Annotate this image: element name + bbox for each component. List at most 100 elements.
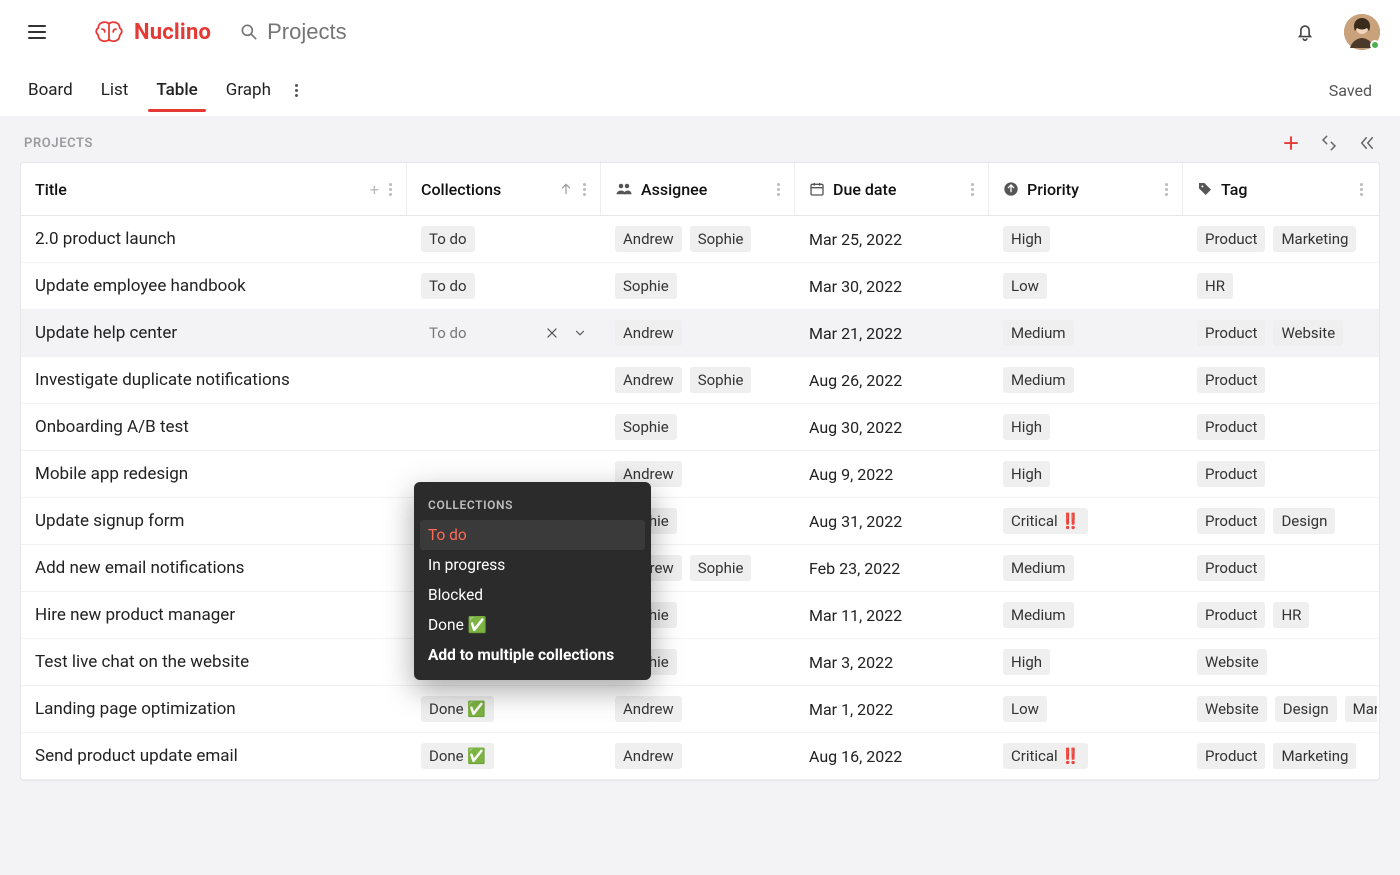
column-menu-button[interactable] <box>777 183 780 196</box>
cell-due-date[interactable]: Mar 11, 2022 <box>795 592 989 638</box>
table-row[interactable]: Add new email notificationsIn progressAn… <box>21 545 1379 592</box>
view-tab-board[interactable]: Board <box>28 68 73 112</box>
table-row[interactable]: Investigate duplicate notifications Andre… <box>21 357 1379 404</box>
cell-due-date[interactable]: Feb 23, 2022 <box>795 545 989 591</box>
avatar[interactable] <box>1344 14 1380 50</box>
cell-title[interactable]: 2.0 product launch <box>21 216 407 262</box>
dropdown-item[interactable]: Add to multiple collections <box>414 640 651 670</box>
cell-priority[interactable]: Critical ‼️ <box>989 498 1183 544</box>
notifications-button[interactable] <box>1294 21 1316 43</box>
view-tab-graph[interactable]: Graph <box>226 68 271 112</box>
table-row[interactable]: Update employee handbookTo doSophieMar 3… <box>21 263 1379 310</box>
cell-tags[interactable]: Product <box>1183 545 1377 591</box>
cell-due-date[interactable]: Aug 16, 2022 <box>795 733 989 779</box>
cell-title[interactable]: Update help center <box>21 310 407 356</box>
collapse-button[interactable] <box>1320 134 1338 152</box>
chevron-down-icon[interactable] <box>573 326 587 340</box>
cell-due-date[interactable]: Aug 31, 2022 <box>795 498 989 544</box>
table-row[interactable]: Landing page optimizationDone ✅AndrewMar… <box>21 686 1379 733</box>
cell-priority[interactable]: Low <box>989 686 1183 732</box>
table-row[interactable]: Hire new product managerBlockedSophieMar… <box>21 592 1379 639</box>
cell-title[interactable]: Onboarding A/B test <box>21 404 407 450</box>
cell-priority[interactable]: High <box>989 639 1183 685</box>
cell-due-date[interactable]: Mar 25, 2022 <box>795 216 989 262</box>
cell-priority[interactable]: Critical ‼️ <box>989 733 1183 779</box>
cell-assignee[interactable]: Andrew <box>601 310 795 356</box>
column-menu-button[interactable] <box>583 183 586 196</box>
cell-priority[interactable]: High <box>989 404 1183 450</box>
clear-icon[interactable] <box>545 326 559 340</box>
add-item-button[interactable] <box>1282 134 1300 152</box>
cell-tags[interactable]: Product <box>1183 357 1377 403</box>
cell-tags[interactable]: ProductMarketing <box>1183 216 1377 262</box>
cell-assignee[interactable]: Andrew <box>601 733 795 779</box>
column-menu-button[interactable] <box>389 183 392 196</box>
cell-priority[interactable]: Medium <box>989 310 1183 356</box>
dropdown-item[interactable]: To do <box>420 520 645 550</box>
table-row[interactable]: Update help centerTo doAndrewMar 21, 202… <box>21 310 1379 357</box>
view-tab-table[interactable]: Table <box>156 68 197 112</box>
cell-title[interactable]: Mobile app redesign <box>21 451 407 497</box>
cell-assignee[interactable]: Andrew <box>601 686 795 732</box>
cell-collection[interactable]: To do <box>407 310 601 356</box>
cell-assignee[interactable]: AndrewSophie <box>601 357 795 403</box>
cell-assignee[interactable]: Sophie <box>601 404 795 450</box>
cell-due-date[interactable]: Mar 30, 2022 <box>795 263 989 309</box>
cell-priority[interactable]: Low <box>989 263 1183 309</box>
cell-title[interactable]: Send product update email <box>21 733 407 779</box>
cell-due-date[interactable]: Mar 1, 2022 <box>795 686 989 732</box>
table-row[interactable]: Test live chat on the websiteDone ✅Sophi… <box>21 639 1379 686</box>
table-row[interactable]: 2.0 product launchTo doAndrewSophieMar 2… <box>21 216 1379 263</box>
cell-due-date[interactable]: Aug 9, 2022 <box>795 451 989 497</box>
column-header-tag[interactable]: Tag <box>1183 163 1377 215</box>
cell-title[interactable]: Test live chat on the website <box>21 639 407 685</box>
table-row[interactable]: Mobile app redesignAndrewAug 9, 2022High… <box>21 451 1379 498</box>
menu-button[interactable] <box>28 20 52 44</box>
cell-title[interactable]: Investigate duplicate notifications <box>21 357 407 403</box>
dropdown-item[interactable]: Blocked <box>414 580 651 610</box>
cell-collection[interactable] <box>407 357 601 403</box>
cell-assignee[interactable]: AndrewSophie <box>601 216 795 262</box>
view-more-button[interactable] <box>295 84 298 97</box>
cell-due-date[interactable]: Aug 26, 2022 <box>795 357 989 403</box>
search-input[interactable] <box>267 19 567 45</box>
cell-due-date[interactable]: Aug 30, 2022 <box>795 404 989 450</box>
cell-priority[interactable]: Medium <box>989 592 1183 638</box>
column-menu-button[interactable] <box>971 183 974 196</box>
cell-due-date[interactable]: Mar 3, 2022 <box>795 639 989 685</box>
cell-due-date[interactable]: Mar 21, 2022 <box>795 310 989 356</box>
cell-tags[interactable]: Product <box>1183 451 1377 497</box>
cell-priority[interactable]: High <box>989 216 1183 262</box>
cell-tags[interactable]: ProductWebsite <box>1183 310 1377 356</box>
dropdown-item[interactable]: In progress <box>414 550 651 580</box>
column-menu-button[interactable] <box>1360 183 1363 196</box>
add-column-button[interactable]: + <box>370 180 379 199</box>
cell-tags[interactable]: ProductMarketing <box>1183 733 1377 779</box>
cell-title[interactable]: Add new email notifications <box>21 545 407 591</box>
view-tab-list[interactable]: List <box>101 68 129 112</box>
cell-collection[interactable]: Done ✅ <box>407 733 601 779</box>
cell-tags[interactable]: WebsiteDesignMarketing <box>1183 686 1377 732</box>
column-menu-button[interactable] <box>1165 183 1168 196</box>
cell-tags[interactable]: ProductDesign <box>1183 498 1377 544</box>
cell-title[interactable]: Update employee handbook <box>21 263 407 309</box>
cell-collection[interactable]: To do <box>407 263 601 309</box>
collapse-panel-button[interactable] <box>1358 134 1376 152</box>
column-header-title[interactable]: Title + <box>21 163 407 215</box>
cell-tags[interactable]: HR <box>1183 263 1377 309</box>
cell-collection[interactable]: To do <box>407 216 601 262</box>
cell-title[interactable]: Landing page optimization <box>21 686 407 732</box>
column-header-priority[interactable]: Priority <box>989 163 1183 215</box>
sort-asc-icon[interactable] <box>559 182 573 196</box>
cell-collection[interactable] <box>407 404 601 450</box>
table-row[interactable]: Onboarding A/B test SophieAug 30, 2022Hig… <box>21 404 1379 451</box>
cell-tags[interactable]: Product <box>1183 404 1377 450</box>
column-header-assignee[interactable]: Assignee <box>601 163 795 215</box>
cell-priority[interactable]: Medium <box>989 357 1183 403</box>
brand-logo[interactable]: Nuclino <box>92 18 211 46</box>
dropdown-item[interactable]: Done ✅ <box>414 610 651 640</box>
cell-tags[interactable]: Website <box>1183 639 1377 685</box>
cell-title[interactable]: Hire new product manager <box>21 592 407 638</box>
cell-priority[interactable]: High <box>989 451 1183 497</box>
column-header-due-date[interactable]: Due date <box>795 163 989 215</box>
